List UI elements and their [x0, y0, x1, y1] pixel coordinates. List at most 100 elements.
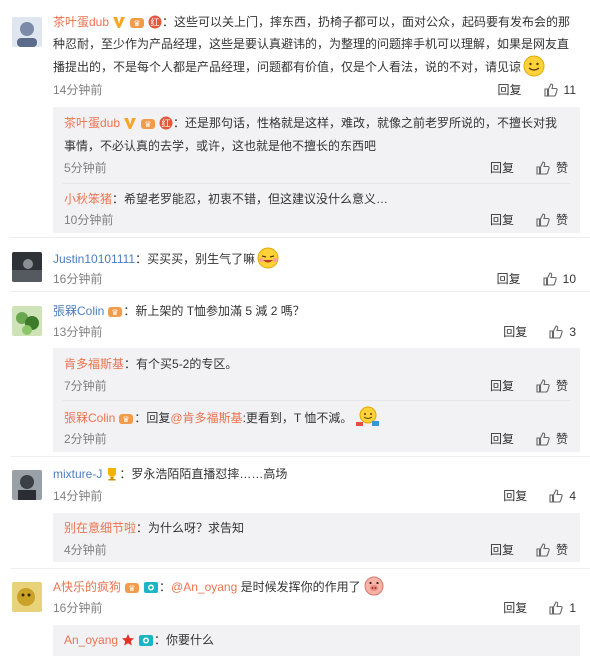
like-count: 3 — [569, 325, 576, 339]
camera-badge-icon — [138, 632, 154, 654]
member-crown-icon: ♛ — [107, 303, 123, 325]
svg-text:♛: ♛ — [133, 19, 140, 28]
comment-text: mixture-J ：罗永浩陌陌直播怼摔……高场 — [53, 463, 287, 488]
avatar[interactable] — [12, 17, 42, 47]
timestamp: 10分钟前 — [64, 213, 114, 227]
like-button[interactable]: 赞 — [536, 377, 568, 395]
reply-text: An_oyang ：你要什么 — [64, 629, 214, 654]
mention-link[interactable]: @An_oyang — [171, 580, 237, 594]
thumbs-up-icon — [536, 543, 550, 557]
timestamp: 14分钟前 — [53, 489, 103, 503]
mention-link[interactable]: @肯多福斯基 — [170, 411, 242, 425]
comment-item: 張槑Colin ♛ ：新上架的 T恤参加滿 5 減 2 嗎？ 13分钟前 回复 3 … — [0, 292, 590, 455]
reply-list: An_oyang ：你要什么 — [53, 625, 580, 656]
reply-text: 事情，不必认真的去学，或许，这也就是他不擅长的东西吧 — [64, 139, 377, 153]
reply-actions: 回复 赞 — [490, 211, 568, 229]
comment-text: 張槑Colin ♛ ：新上架的 T恤参加滿 5 減 2 嗎？ — [53, 300, 305, 325]
reply-button[interactable]: 回复 — [490, 430, 514, 448]
level-badge-icon: 红 — [159, 115, 173, 137]
comment-actions: 回复 10 — [497, 270, 576, 288]
comment-text: 播提出的，不是每个人都是产品经理，问题都有价值，仅是个人看法，说的不对，请见谅 — [53, 55, 545, 84]
like-button[interactable]: 3 — [549, 323, 576, 341]
timestamp: 13分钟前 — [53, 325, 103, 339]
avatar[interactable] — [12, 470, 42, 500]
reply-button[interactable]: 回复 — [503, 487, 527, 505]
thumbs-up-icon — [536, 213, 550, 227]
timestamp: 7分钟前 — [64, 379, 107, 393]
reply-actions: 回复 赞 — [490, 430, 568, 448]
username-link[interactable]: mixture-J — [53, 467, 102, 481]
cheer-emoji-icon — [354, 406, 380, 435]
reply-actions: 回复 赞 — [490, 377, 568, 395]
smile-emoji-icon — [523, 55, 545, 84]
username-link[interactable]: 張槑Colin — [53, 304, 104, 318]
timestamp: 4分钟前 — [64, 543, 107, 557]
laugh-emoji-icon — [257, 247, 279, 276]
timestamp: 2分钟前 — [64, 432, 107, 446]
like-count: 10 — [562, 272, 576, 286]
like-button[interactable]: 10 — [543, 270, 576, 288]
thumbs-up-icon — [536, 379, 550, 393]
reply-item: 肯多福斯基：有个买5-2的专区。 7分钟前 回复 赞 — [53, 348, 580, 398]
timestamp: 5分钟前 — [64, 161, 107, 175]
like-button[interactable]: 1 — [549, 599, 576, 617]
trophy-badge-icon — [105, 466, 119, 488]
comment-item: 茶叶蛋dub ♛ 红：这些可以关上门，摔东西，扔椅子都可以，面对公众，起码要有发布会… — [0, 0, 590, 237]
thumbs-up-icon — [549, 325, 563, 339]
username-link[interactable]: 小秋笨猪 — [64, 192, 112, 206]
comment-actions: 回复 4 — [503, 487, 576, 505]
like-count: 4 — [569, 489, 576, 503]
reply-list: 肯多福斯基：有个买5-2的专区。 7分钟前 回复 赞 張槑Colin ♛ ：回复@肯… — [53, 348, 580, 452]
avatar[interactable] — [12, 582, 42, 612]
reply-button[interactable]: 回复 — [490, 211, 514, 229]
comment-item: A快乐的疯狗 ♛ ：@An_oyang 是时候发挥你的作用了 16分钟前 回复 1 … — [0, 569, 590, 656]
thumbs-up-icon — [549, 489, 563, 503]
reply-text: 茶叶蛋dub ♛ 红：还是那句话，性格就是这样，难改，就像之前老罗所说的，不擅长对我 — [64, 112, 557, 137]
pig-emoji-icon — [363, 575, 385, 604]
reply-button[interactable]: 回复 — [490, 377, 514, 395]
username-link[interactable]: 茶叶蛋dub — [64, 116, 120, 130]
reply-list: 茶叶蛋dub ♛ 红：还是那句话，性格就是这样，难改，就像之前老罗所说的，不擅长对我… — [53, 107, 580, 233]
username-link[interactable]: 張槑Colin — [64, 411, 115, 425]
like-button[interactable]: 赞 — [536, 211, 568, 229]
thumbs-up-icon — [543, 83, 558, 97]
like-button[interactable]: 赞 — [536, 541, 568, 559]
reply-button[interactable]: 回复 — [503, 323, 527, 341]
member-crown-icon: ♛ — [118, 410, 134, 432]
svg-text:♛: ♛ — [128, 584, 135, 593]
like-button[interactable]: 赞 — [536, 430, 568, 448]
reply-button[interactable]: 回复 — [498, 81, 522, 99]
reply-button[interactable]: 回复 — [497, 270, 521, 288]
comment-item: Justin10101111：买买买，别生气了嘛 16分钟前 回复 10 — [0, 238, 590, 290]
reply-button[interactable]: 回复 — [503, 599, 527, 617]
like-count: 11 — [563, 83, 576, 97]
like-button[interactable]: 赞 — [536, 159, 568, 177]
reply-text: 小秋笨猪：希望老罗能忍，初衷不错，但这建议没什么意义… — [64, 192, 389, 206]
star-badge-icon — [121, 632, 135, 654]
username-link[interactable]: Justin10101111 — [53, 252, 135, 266]
like-button[interactable]: 4 — [549, 487, 576, 505]
reply-text: 别在意细节啦：为什么呀？求告知 — [64, 521, 245, 535]
username-link[interactable]: 茶叶蛋dub — [53, 15, 109, 29]
avatar[interactable] — [12, 252, 42, 282]
camera-badge-icon — [143, 579, 159, 601]
comment-item: mixture-J ：罗永浩陌陌直播怼摔……高场 14分钟前 回复 4 别在意细节… — [0, 457, 590, 567]
reply-item: An_oyang ：你要什么 — [53, 625, 580, 656]
reply-button[interactable]: 回复 — [490, 541, 514, 559]
username-link[interactable]: 肯多福斯基 — [64, 357, 124, 371]
thumbs-up-icon — [536, 161, 550, 175]
avatar[interactable] — [12, 306, 42, 336]
comment-text: A快乐的疯狗 ♛ ：@An_oyang 是时候发挥你的作用了 — [53, 575, 385, 604]
timestamp: 14分钟前 — [53, 83, 103, 97]
like-button[interactable]: 11 — [543, 81, 576, 99]
reply-button[interactable]: 回复 — [490, 159, 514, 177]
username-link[interactable]: 别在意细节啦 — [64, 521, 136, 535]
reply-item: 别在意细节啦：为什么呀？求告知 4分钟前 回复 赞 — [53, 513, 580, 562]
thumbs-up-icon — [543, 272, 557, 286]
member-crown-icon: ♛ — [124, 579, 140, 601]
member-crown-icon: ♛ — [140, 115, 156, 137]
username-link[interactable]: An_oyang — [64, 633, 118, 647]
username-link[interactable]: A快乐的疯狗 — [53, 580, 121, 594]
reply-item: 小秋笨猪：希望老罗能忍，初衷不错，但这建议没什么意义… 10分钟前 回复 赞 — [53, 184, 580, 233]
comment-actions: 回复 3 — [503, 323, 576, 341]
